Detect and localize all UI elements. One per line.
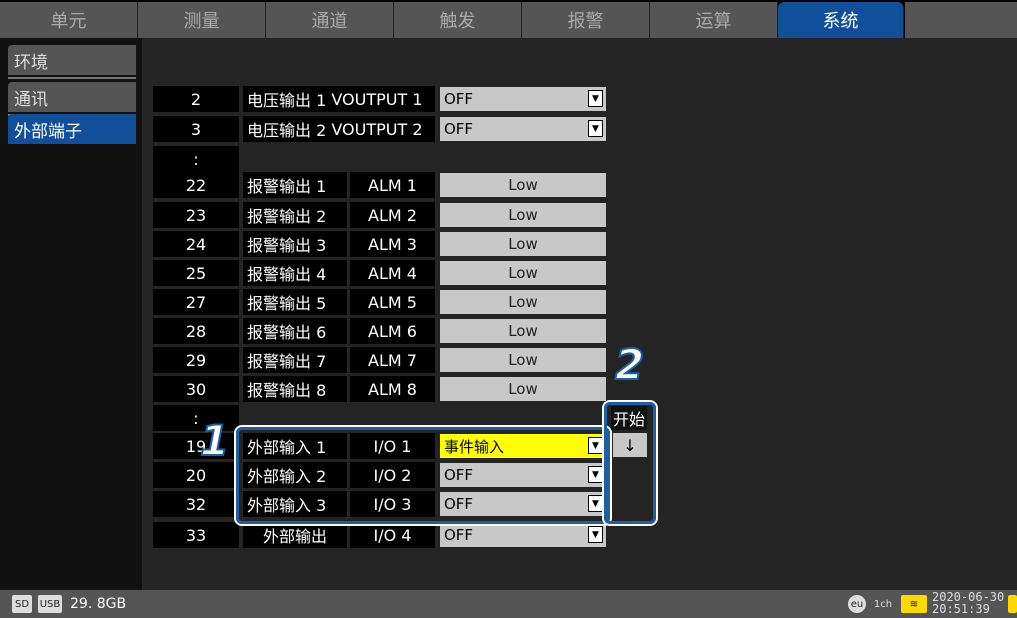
dropdown-arrow-icon[interactable]: ▼ — [588, 90, 603, 107]
callout-marker-1: 1 — [199, 415, 230, 466]
terminal-number: 23 — [153, 202, 239, 228]
dropdown-value: OFF — [444, 120, 474, 138]
terminal-signal: ALM 5 — [350, 289, 435, 315]
external-input-highlight — [236, 427, 610, 524]
start-label: 开始 — [611, 406, 647, 430]
wireless-icon: 1ch — [873, 598, 893, 610]
sidebar-divider — [8, 77, 136, 79]
terminal-name: 报警输出 5 — [243, 289, 347, 315]
dropdown-arrow-icon[interactable]: ▼ — [588, 120, 603, 137]
terminal-number: 29 — [153, 347, 239, 373]
dropdown-value: OFF — [444, 90, 474, 108]
eu-icon: eu — [848, 595, 866, 613]
terminal-number: 24 — [153, 231, 239, 257]
terminal-signal: I/O 4 — [350, 522, 435, 548]
tab-measure[interactable]: 测量 — [138, 2, 266, 38]
ellipsis-row: : — [153, 146, 239, 172]
alarm-output-level[interactable]: Low — [440, 348, 606, 372]
start-apply-button[interactable]: ↓ — [613, 433, 647, 457]
tab-calc[interactable]: 运算 — [650, 2, 778, 38]
terminal-name: 报警输出 1 — [243, 172, 347, 198]
tab-system[interactable]: 系统 — [778, 2, 904, 38]
terminal-signal: ALM 1 — [350, 172, 435, 198]
sd-card-icon: SD — [12, 595, 32, 613]
sidebar-item-communication[interactable]: 通讯 — [8, 82, 136, 112]
time-text: 20:51:39 — [932, 602, 990, 616]
dropdown-value: OFF — [444, 526, 474, 544]
terminal-signal: ALM 7 — [350, 347, 435, 373]
tab-channel[interactable]: 通道 — [266, 2, 394, 38]
alarm-output-level[interactable]: Low — [440, 319, 606, 343]
alarm-output-level[interactable]: Low — [440, 173, 606, 197]
terminal-name-text: 电压输出 2 — [247, 121, 327, 140]
terminal-number: 2 — [153, 86, 239, 112]
alarm-output-level[interactable]: Low — [440, 290, 606, 314]
tab-bar: 单元 测量 通道 触发 报警 运算 系统 — [0, 0, 1017, 38]
terminal-signal: ALM 3 — [350, 231, 435, 257]
tab-unit[interactable]: 单元 — [0, 2, 138, 38]
terminal-name-text: 电压输出 1 — [247, 91, 327, 110]
terminal-name: 外部输出 — [243, 522, 347, 548]
tab-alarm[interactable]: 报警 — [522, 2, 650, 38]
terminal-name: 报警输出 8 — [243, 376, 347, 402]
sidebar-item-environment[interactable]: 环境 — [8, 45, 136, 75]
terminal-signal: ALM 4 — [350, 260, 435, 286]
io4-dropdown[interactable]: OFF ▼ — [440, 523, 606, 547]
terminal-name: 报警输出 6 — [243, 318, 347, 344]
lan-icon: ≋ — [901, 595, 927, 613]
terminal-signal: ALM 2 — [350, 202, 435, 228]
alarm-output-level[interactable]: Low — [440, 232, 606, 256]
alarm-output-level[interactable]: Low — [440, 203, 606, 227]
terminal-signal: ALM 6 — [350, 318, 435, 344]
tab-trigger[interactable]: 触发 — [394, 2, 522, 38]
terminal-number: 20 — [153, 462, 239, 488]
sidebar-item-external-terminal[interactable]: 外部端子 — [8, 114, 136, 144]
terminal-signal: VOUTPUT 2 — [331, 119, 423, 139]
terminal-name: 报警输出 3 — [243, 231, 347, 257]
voutput2-dropdown[interactable]: OFF ▼ — [440, 117, 606, 141]
terminal-name: 报警输出 4 — [243, 260, 347, 286]
free-space-text: 29. 8GB — [70, 596, 127, 612]
tab-bar-filler — [905, 2, 1017, 38]
terminal-number: 32 — [153, 491, 239, 517]
terminal-name: 电压输出 1 VOUTPUT 1 — [243, 86, 435, 112]
terminal-number: 30 — [153, 376, 239, 402]
terminal-number: 25 — [153, 260, 239, 286]
terminal-signal: ALM 8 — [350, 376, 435, 402]
terminal-number: 27 — [153, 289, 239, 315]
terminal-number: 3 — [153, 116, 239, 142]
callout-marker-2: 2 — [614, 339, 645, 390]
terminal-name: 报警输出 7 — [243, 347, 347, 373]
alarm-output-level[interactable]: Low — [440, 261, 606, 285]
voutput1-dropdown[interactable]: OFF ▼ — [440, 87, 606, 111]
terminal-signal: VOUTPUT 1 — [331, 89, 423, 109]
battery-icon — [1008, 595, 1017, 613]
terminal-number: 28 — [153, 318, 239, 344]
datetime-display: 2020-06-30 20:51:39 — [932, 591, 1014, 615]
terminal-number: 33 — [153, 522, 239, 548]
terminal-name: 电压输出 2 VOUTPUT 2 — [243, 116, 435, 142]
dropdown-arrow-icon[interactable]: ▼ — [588, 526, 603, 543]
alarm-output-level[interactable]: Low — [440, 377, 606, 401]
usb-icon: USB — [38, 595, 62, 613]
terminal-name: 报警输出 2 — [243, 202, 347, 228]
terminal-number: 22 — [153, 172, 239, 198]
